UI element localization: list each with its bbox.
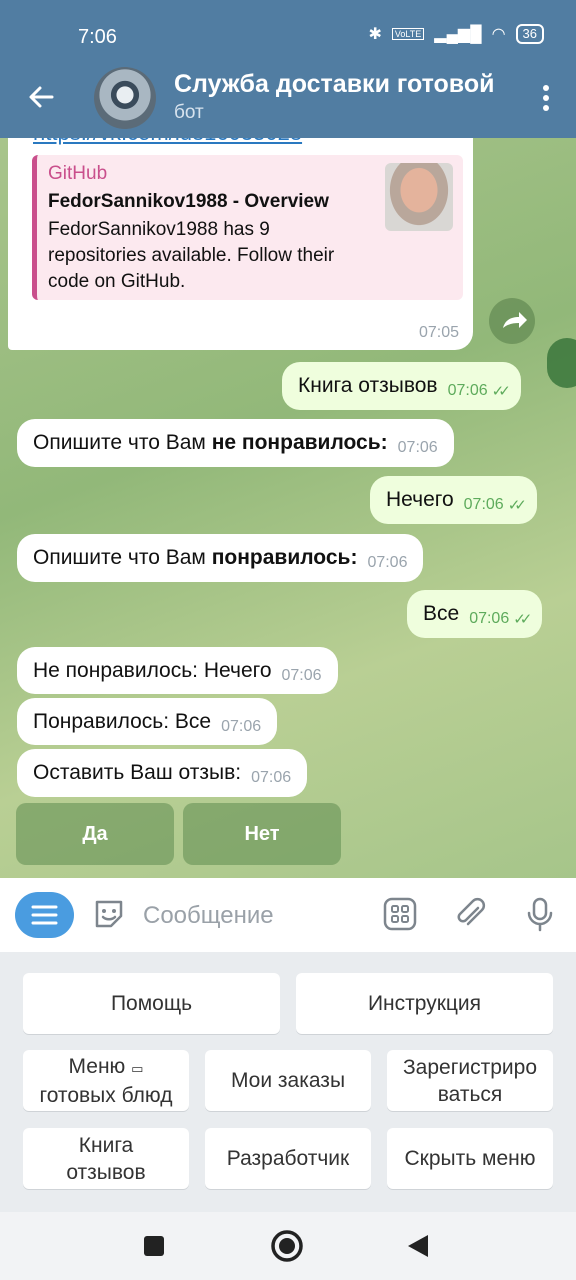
- message-time: 07:06: [463, 496, 504, 513]
- button-label: Инструкция: [367, 992, 482, 1015]
- keyboard-button-help[interactable]: Помощь: [23, 973, 280, 1034]
- microphone-icon[interactable]: [522, 896, 558, 932]
- double-check-icon: ✓✓: [513, 611, 532, 628]
- link-message: https://vk.com/id816035028 GitHub FedorS…: [8, 138, 473, 350]
- reply-keyboard: Помощь Инструкция Меню ▭ готовых блюд Мо…: [0, 952, 576, 1212]
- button-label-line2: ваться: [437, 1082, 503, 1106]
- bluetooth-icon: ✱: [368, 26, 382, 43]
- message-time: 07:06: [221, 717, 262, 735]
- button-label-line2: готовых блюд: [39, 1083, 173, 1107]
- message-time: 07:06: [397, 439, 438, 456]
- battery-icon: 36: [515, 24, 544, 44]
- button-label: Помощь: [110, 992, 193, 1015]
- incoming-message: Опишите что Вам понравилось: 07:06: [17, 534, 424, 582]
- message-input-bar: Сообщение: [0, 878, 576, 953]
- keyboard-button-instruction[interactable]: Инструкция: [296, 973, 553, 1034]
- message-text: Опишите что Вам: [33, 546, 212, 569]
- message-time: 07:06: [469, 610, 510, 627]
- incoming-message: Понравилось: Все 07:06: [17, 698, 278, 745]
- preview-title: FedorSannikov1988 - Overview: [48, 191, 329, 212]
- home-icon[interactable]: [270, 1229, 304, 1263]
- message-time: 07:06: [281, 666, 322, 684]
- message-text: Все: [423, 602, 460, 625]
- message-time: 07:06: [251, 769, 292, 786]
- bot-menu-button[interactable]: [15, 892, 74, 938]
- message-text: Книга отзывов: [298, 374, 438, 397]
- message-text: Опишите что Вам: [33, 431, 212, 454]
- inline-button-no[interactable]: Нет: [183, 803, 341, 865]
- status-icons: ✱ VoLTE ▂▄▆█ ◠ 36: [369, 24, 544, 44]
- share-arrow-icon: [503, 312, 527, 328]
- keyboard-button-developer[interactable]: Разработчик: [205, 1128, 371, 1189]
- message-time: 07:06: [447, 382, 488, 399]
- hamburger-icon: [31, 905, 58, 925]
- message-text: Не понравилось: Нечего: [33, 658, 272, 682]
- keyboard-icon[interactable]: [382, 896, 418, 932]
- recent-apps-icon[interactable]: [142, 1234, 166, 1258]
- outgoing-message: Книга отзывов 07:06 ✓✓: [282, 362, 521, 410]
- back-icon[interactable]: [406, 1233, 430, 1259]
- status-bar: 7:06 ✱ VoLTE ▂▄▆█ ◠ 36: [0, 0, 576, 58]
- sticker-icon[interactable]: [91, 896, 127, 932]
- volte-icon: VoLTE: [391, 28, 425, 40]
- message-text: Оставить Ваш отзыв:: [33, 761, 242, 784]
- button-label-line2: отзывов: [66, 1160, 146, 1184]
- link-preview[interactable]: GitHub FedorSannikov1988 - Overview Fedo…: [32, 155, 463, 300]
- chat-subtitle: бот: [174, 102, 204, 123]
- button-label: Мои заказы: [230, 1069, 346, 1092]
- preview-image: [385, 163, 453, 231]
- button-label-line1: Зарегистриро: [403, 1055, 537, 1079]
- signal-icon: ▂▄▆█: [434, 26, 482, 43]
- keyboard-button-hide-menu[interactable]: Скрыть меню: [387, 1128, 553, 1189]
- keyboard-button-register[interactable]: Зарегистриро ваться: [387, 1050, 553, 1111]
- incoming-message: Не понравилось: Нечего 07:06: [17, 647, 338, 694]
- double-check-icon: ✓✓: [507, 497, 527, 514]
- book-icon: ▭: [131, 1060, 144, 1076]
- preview-description: FedorSannikov1988 has 9 repositories ava…: [48, 219, 335, 292]
- keyboard-button-reviews[interactable]: Книга отзывов: [23, 1128, 189, 1189]
- message-time: 07:05: [418, 324, 459, 341]
- button-label: Скрыть меню: [404, 1147, 536, 1170]
- status-time: 7:06: [78, 26, 117, 48]
- forward-button[interactable]: [489, 298, 535, 344]
- message-text-bold: понравилось:: [211, 546, 358, 569]
- message-link[interactable]: https://vk.com/id816035028: [33, 138, 302, 146]
- message-text: Понравилось: Все: [33, 709, 212, 733]
- outgoing-message: Нечего 07:06 ✓✓: [370, 476, 537, 524]
- bot-avatar[interactable]: [94, 67, 156, 129]
- chat-area[interactable]: https://vk.com/id816035028 GitHub FedorS…: [0, 138, 576, 878]
- button-label: Разработчик: [226, 1147, 350, 1170]
- chat-title[interactable]: Служба доставки готовой: [174, 70, 504, 99]
- back-arrow-icon[interactable]: [26, 82, 56, 112]
- more-options-icon[interactable]: [542, 84, 550, 112]
- outgoing-message: Все 07:06 ✓✓: [407, 590, 543, 638]
- preview-site-name: GitHub: [48, 163, 108, 184]
- attach-icon[interactable]: [452, 896, 488, 932]
- double-check-icon: ✓✓: [491, 383, 511, 400]
- button-label: Меню: [68, 1054, 126, 1078]
- message-text-bold: не понравилось:: [211, 431, 388, 454]
- side-avatar[interactable]: [547, 338, 576, 388]
- incoming-message: Опишите что Вам не понравилось: 07:06: [17, 419, 454, 467]
- message-time: 07:06: [367, 554, 408, 571]
- chat-header: Служба доставки готовой бот: [0, 58, 576, 138]
- keyboard-button-orders[interactable]: Мои заказы: [205, 1050, 371, 1111]
- system-nav-bar: [0, 1212, 576, 1280]
- wifi-icon: ◠: [491, 26, 506, 43]
- button-label-line1: Книга: [78, 1133, 134, 1157]
- button-label-line1: Меню ▭: [69, 1053, 144, 1082]
- message-text: Нечего: [386, 488, 454, 511]
- message-input[interactable]: Сообщение: [143, 902, 274, 930]
- incoming-message: Оставить Ваш отзыв: 07:06: [17, 749, 308, 797]
- keyboard-button-menu[interactable]: Меню ▭ готовых блюд: [23, 1050, 189, 1111]
- inline-button-yes[interactable]: Да: [16, 803, 174, 865]
